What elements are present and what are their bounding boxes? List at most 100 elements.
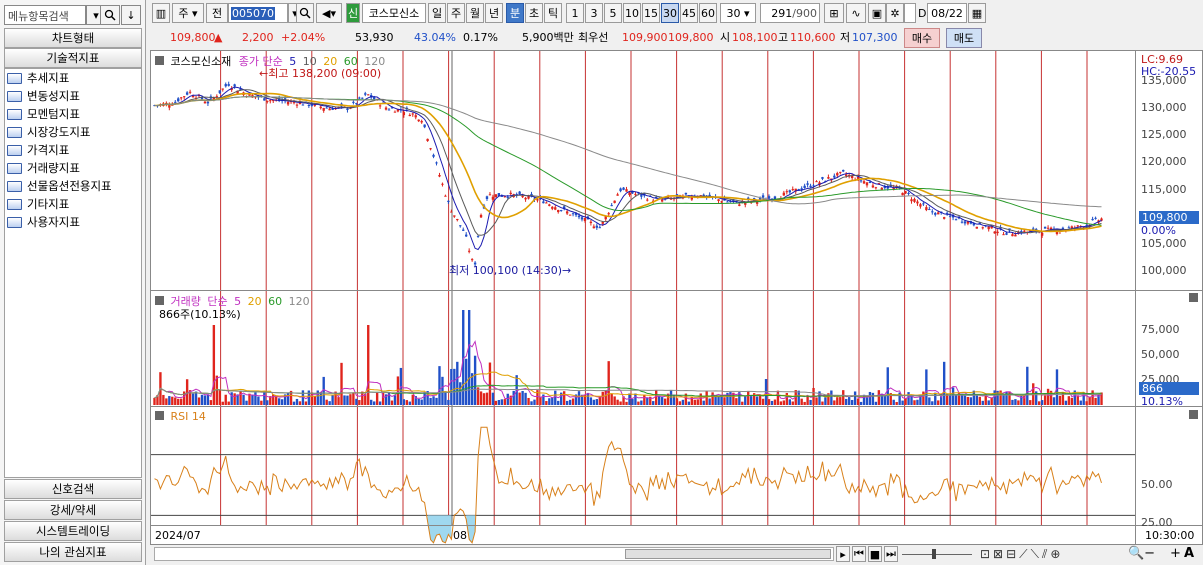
volume-bar [634, 393, 637, 405]
down-arrow-icon[interactable]: ↓ [121, 5, 141, 25]
tree-item[interactable]: 거래량지표 [5, 159, 141, 177]
period-type-label: 주 [178, 7, 189, 20]
buy-button[interactable]: 매수 [904, 28, 940, 48]
period-week[interactable]: 주 [447, 3, 465, 23]
tab-technical-indicators[interactable]: 기술적지표 [4, 48, 142, 68]
fast-forward-icon[interactable]: ⏭ [884, 546, 898, 562]
tab-my-indicators[interactable]: 나의 관심지표 [4, 542, 142, 562]
gear-icon[interactable]: ✲ [886, 3, 904, 23]
rewind-icon[interactable]: ⏮ [852, 546, 866, 562]
rsi-y-tick: 50.00 [1141, 478, 1173, 492]
period-second[interactable]: 초 [525, 3, 543, 23]
period-type-select[interactable]: 주 ▾ [172, 3, 204, 23]
interval-60[interactable]: 60 [699, 3, 717, 23]
tree-item[interactable]: 가격지표 [5, 141, 141, 159]
tree-item[interactable]: 변동성지표 [5, 87, 141, 105]
pane-collapse-icon[interactable] [155, 411, 164, 420]
scrollbar-thumb[interactable] [625, 549, 831, 559]
tree-item[interactable]: 선물옵션전용지표 [5, 177, 141, 195]
volume-bar [1055, 369, 1059, 405]
volume-bar [761, 398, 765, 405]
period-year[interactable]: 년 [485, 3, 503, 23]
period-month[interactable]: 월 [466, 3, 484, 23]
interval-1[interactable]: 1 [566, 3, 584, 23]
stock-code-input[interactable]: 005070 [228, 3, 288, 23]
search-icon[interactable] [100, 5, 120, 25]
current-price: 109,800 [170, 31, 216, 44]
calendar-icon[interactable]: ▦ [968, 3, 986, 23]
interval-15[interactable]: 15 [642, 3, 660, 23]
menu-search-input[interactable]: 메뉴항목검색 [4, 5, 86, 25]
layout-icon[interactable]: ▥ [152, 3, 170, 23]
pane-separator[interactable] [151, 406, 1203, 407]
prev-button[interactable]: 전 [206, 3, 228, 23]
volume-bar [1046, 388, 1050, 405]
stop-icon[interactable]: ■ [868, 546, 882, 562]
zoom-out-icon[interactable]: 🔍− [1128, 546, 1155, 561]
interval-select[interactable]: 30 ▾ [720, 3, 756, 23]
scroll-right-icon[interactable]: ▸ [836, 546, 850, 562]
volume-bar [168, 396, 171, 405]
interval-30[interactable]: 30 [661, 3, 679, 23]
sound-icon[interactable]: ◀▾ [316, 3, 342, 23]
rsi-oversold-fill [427, 515, 452, 543]
period-tick[interactable]: 틱 [544, 3, 562, 23]
interval-10[interactable]: 10 [623, 3, 641, 23]
interval-3[interactable]: 3 [585, 3, 603, 23]
tab-system-trading[interactable]: 시스템트레이딩 [4, 521, 142, 541]
tree-item[interactable]: 시장강도지표 [5, 123, 141, 141]
date-input[interactable]: 08/22 [927, 3, 967, 23]
zoom-slider[interactable] [902, 549, 972, 559]
volume-bar [859, 401, 863, 405]
tree-item[interactable]: 추세지표 [5, 69, 141, 87]
volume-bar [969, 397, 973, 405]
stock-name: 코스모신소 [362, 3, 426, 23]
tree-item[interactable]: 모멘텀지표 [5, 105, 141, 123]
save-icon[interactable]: ▣ [868, 3, 886, 23]
volume-bar [153, 397, 156, 405]
count-max: /900 [792, 6, 817, 20]
font-size-icon[interactable]: A [1184, 546, 1194, 561]
volume-bar [263, 392, 266, 405]
new-badge: 신 [346, 3, 360, 23]
count-input[interactable]: 291/900 [760, 3, 820, 23]
volume-bar [824, 397, 827, 405]
tab-strength[interactable]: 강세/약세 [4, 500, 142, 520]
tab-signal-search[interactable]: 신호검색 [4, 479, 142, 499]
tab-chart-type[interactable]: 차트형태 [4, 28, 142, 48]
interval-45[interactable]: 45 [680, 3, 698, 23]
date-checkbox[interactable] [904, 3, 916, 23]
volume-bar [233, 393, 236, 405]
sell-button[interactable]: 매도 [946, 28, 982, 48]
volume-bar [951, 387, 955, 405]
pane-close-icon[interactable] [1189, 293, 1198, 302]
interval-5[interactable]: 5 [604, 3, 622, 23]
horizontal-scrollbar[interactable] [154, 547, 834, 561]
chart-area[interactable]: 코스모신소재 종가 단순 5 10 20 60 120 ←최고 138,200 … [150, 50, 1203, 545]
zoom-in-icon[interactable]: + [1170, 546, 1181, 561]
crosshair-icon[interactable]: ⊞ [824, 3, 844, 23]
period-minute[interactable]: 분 [506, 3, 524, 23]
candle [384, 107, 388, 110]
search-icon[interactable] [296, 3, 314, 23]
candle [613, 200, 616, 203]
pane-separator[interactable] [151, 290, 1203, 291]
tree-item[interactable]: 기타지표 [5, 195, 141, 213]
pane-collapse-icon[interactable] [155, 296, 164, 305]
volume-bar [177, 398, 180, 405]
volume-bar [750, 396, 753, 405]
tree-item[interactable]: 사용자지표 [5, 213, 141, 231]
pane-close-icon[interactable] [1189, 410, 1198, 419]
candle [182, 96, 186, 98]
volume-bar [815, 397, 818, 405]
ma-line-120 [154, 96, 1102, 208]
pane-collapse-icon[interactable] [155, 56, 164, 65]
drawing-tools[interactable]: ⊡⊠⊟⟋⟍⫽⊕ [980, 547, 1063, 562]
volume-bar [782, 400, 786, 405]
period-day[interactable]: 일 [428, 3, 446, 23]
price-y-tick: 135,000 [1141, 74, 1187, 87]
zoom-thumb[interactable] [932, 549, 936, 559]
trend-tool-icon[interactable]: ∿ [846, 3, 866, 23]
candle [738, 204, 741, 206]
candle [916, 201, 919, 204]
